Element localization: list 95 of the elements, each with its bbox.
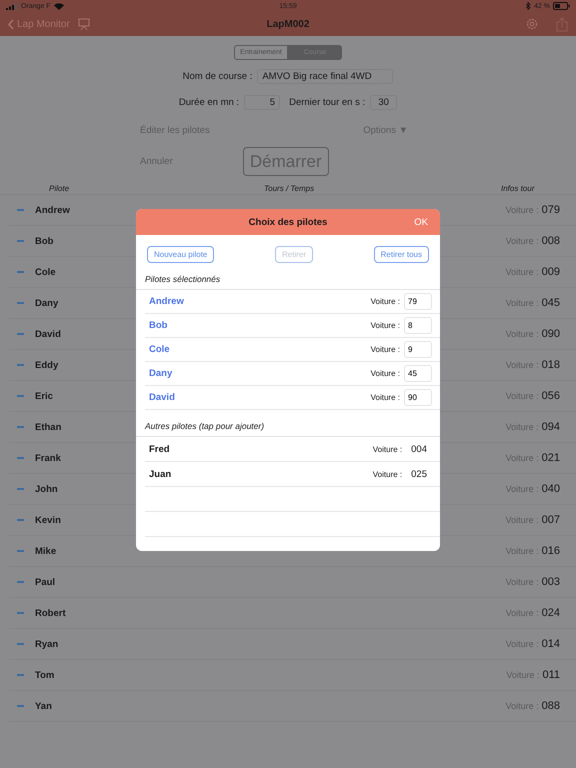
dialog-button[interactable]: Retirer tous: [374, 246, 429, 263]
minus-icon[interactable]: [17, 209, 24, 211]
section-heading: Pilotes sélectionnés: [136, 263, 440, 290]
car-label: Voiture :: [370, 345, 400, 354]
column-header: Tours / Temps: [264, 184, 314, 192]
settings-icon[interactable]: [526, 18, 538, 30]
column-header: Pilote: [49, 184, 70, 192]
duration-label: Durée en mn :: [178, 97, 240, 108]
car-number-field[interactable]: 9: [404, 341, 432, 358]
car-number: 016: [542, 545, 560, 557]
column-header: Infos tour: [501, 184, 534, 192]
last-lap-label: Dernier tour en s :: [289, 97, 366, 108]
driver-name[interactable]: David: [149, 392, 175, 403]
dialog-button[interactable]: Nouveau pilote: [147, 246, 214, 263]
driver-name[interactable]: Bob: [149, 320, 168, 331]
dialog-title: Choix des pilotes: [248, 216, 328, 228]
driver-name: Ethan: [35, 422, 62, 432]
bluetooth-icon: [526, 2, 532, 10]
car-label: Voiture :: [372, 444, 402, 454]
minus-icon[interactable]: [17, 426, 24, 428]
driver-name[interactable]: Fred: [149, 444, 170, 454]
minus-icon[interactable]: [17, 488, 24, 490]
wifi-icon: [54, 2, 64, 10]
driver-name: Bob: [35, 236, 54, 246]
car-number: 040: [542, 483, 560, 495]
car-number: 056: [542, 390, 560, 402]
car-label: Voiture :: [370, 369, 400, 378]
driver-name: Mike: [35, 546, 56, 556]
driver-name: John: [35, 484, 58, 494]
car-label: Voiture :: [372, 470, 402, 478]
minus-icon[interactable]: [17, 333, 24, 335]
car-number: 090: [542, 328, 560, 340]
driver-name[interactable]: Andrew: [149, 296, 184, 307]
battery-icon: [553, 2, 570, 10]
driver-name: Frank: [35, 452, 61, 464]
driver-name: Tom: [35, 670, 54, 680]
driver-name: Eddy: [35, 360, 58, 370]
minus-icon[interactable]: [17, 674, 24, 676]
car-number: 024: [542, 607, 560, 619]
driver-name[interactable]: Dany: [149, 368, 172, 379]
race-name-label: Nom de course :: [182, 71, 252, 82]
car-number-field[interactable]: 79: [404, 293, 432, 310]
screen-title: LapM002: [266, 18, 310, 30]
driver-name: Ryan: [35, 638, 58, 650]
minus-icon[interactable]: [17, 643, 24, 645]
driver-name: Kevin: [35, 514, 61, 526]
minus-icon[interactable]: [17, 581, 24, 583]
back-chevron-icon[interactable]: [8, 18, 14, 30]
driver-name: Andrew: [35, 204, 70, 216]
signal-icon: [6, 2, 18, 10]
car-label: Voiture :: [370, 393, 400, 402]
minus-icon[interactable]: [17, 271, 24, 273]
car-number: 004: [411, 444, 427, 454]
car-number: 079: [542, 204, 560, 216]
car-label: Voiture :: [370, 321, 400, 330]
minus-icon[interactable]: [17, 457, 24, 459]
minus-icon[interactable]: [17, 519, 24, 521]
driver-name[interactable]: Cole: [149, 344, 170, 355]
car-number: 008: [542, 235, 560, 247]
driver-name: Dany: [35, 298, 58, 308]
car-number: 088: [542, 700, 560, 712]
driver-name: Eric: [35, 390, 53, 402]
car-number: 094: [542, 421, 560, 433]
driver-name: Robert: [35, 608, 66, 618]
section-heading: Autres pilotes (tap pour ajouter): [136, 410, 440, 437]
car-number-field[interactable]: 90: [404, 389, 432, 406]
last-lap-field[interactable]: 30: [370, 95, 398, 110]
driver-name: Cole: [35, 266, 56, 278]
minus-icon[interactable]: [17, 705, 24, 707]
minus-icon[interactable]: [17, 240, 24, 242]
driver-name: Paul: [35, 576, 56, 588]
car-label: Voiture :: [370, 297, 400, 306]
car-number: 007: [542, 514, 560, 526]
race-name-field[interactable]: AMVO Big race final 4WD: [257, 69, 394, 84]
car-number: 021: [542, 452, 560, 464]
driver-name: David: [35, 328, 61, 340]
duration-field[interactable]: 5: [244, 95, 280, 110]
car-number: 045: [542, 297, 560, 309]
car-number: 003: [542, 576, 560, 588]
minus-icon[interactable]: [17, 395, 24, 397]
minus-icon[interactable]: [17, 364, 24, 366]
car-number-field[interactable]: 8: [404, 317, 432, 334]
car-number: 018: [542, 359, 560, 371]
ok-button[interactable]: OK: [414, 216, 428, 228]
car-number: 009: [542, 266, 560, 278]
driver-name: Yan: [35, 700, 52, 712]
easel-icon[interactable]: [78, 18, 90, 30]
car-number-field[interactable]: 45: [404, 365, 432, 382]
car-number: 025: [411, 468, 427, 480]
minus-icon[interactable]: [17, 302, 24, 304]
car-number: 014: [542, 638, 560, 650]
minus-icon[interactable]: [17, 612, 24, 614]
minus-icon[interactable]: [17, 550, 24, 552]
driver-name[interactable]: Juan: [149, 468, 172, 480]
car-number: 011: [542, 669, 560, 681]
